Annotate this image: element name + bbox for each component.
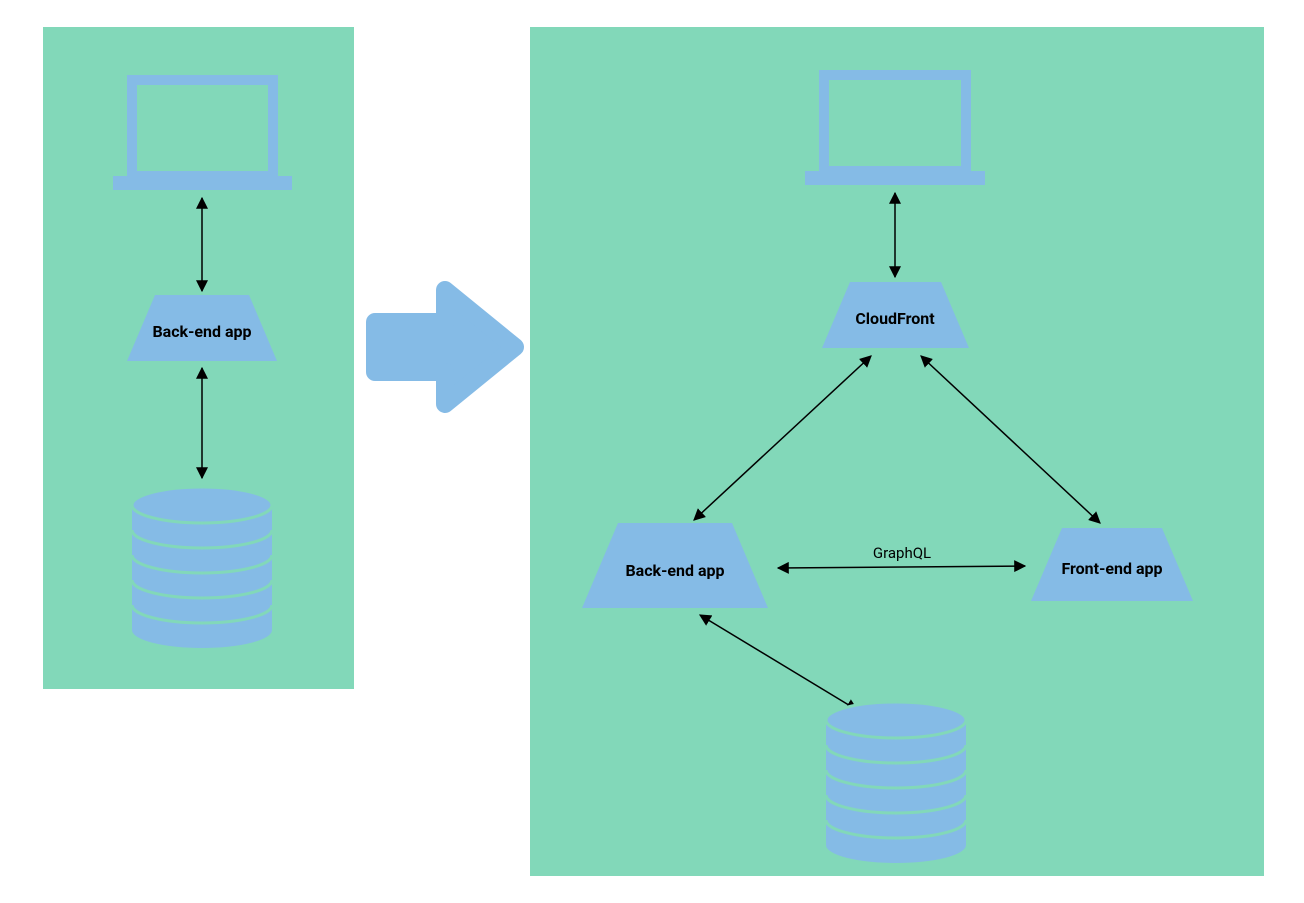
transition-arrow-icon [375,290,515,404]
database-icon [132,487,272,648]
right-panel: CloudFront Back-end app Front-end app Gr… [530,27,1264,876]
database-icon [826,702,966,863]
left-backend-label: Back-end app [152,322,251,341]
cloudfront-label: CloudFront [855,309,935,328]
frontend-label: Front-end app [1061,559,1162,578]
left-panel: Back-end app [43,27,354,689]
diagram-canvas: Back-end app [0,0,1304,903]
diagram-svg: Back-end app [0,0,1304,903]
right-backend-label: Back-end app [625,561,724,580]
graphql-label: GraphQL [873,544,931,562]
